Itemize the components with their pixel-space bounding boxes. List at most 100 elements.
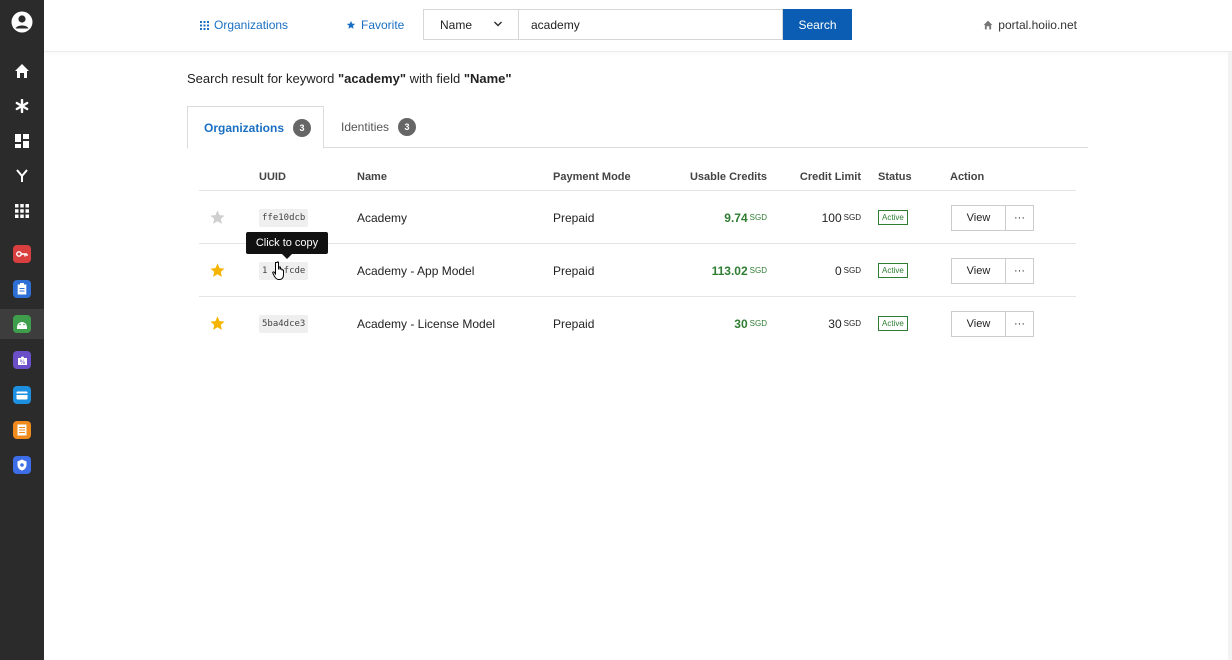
tab-identities-label: Identities	[341, 120, 390, 134]
puzzle-app-icon[interactable]: %	[0, 345, 44, 375]
copy-tooltip: Click to copy	[246, 232, 328, 259]
table-row: ffe10dcb Academy Prepaid 9.74 SGD 100 SGD …	[199, 191, 1076, 244]
usable-credits-cell: 113.02 SGD	[689, 244, 767, 297]
star-filled-icon	[210, 316, 225, 330]
uuid-code[interactable]: ffe10dcb	[259, 208, 309, 227]
tab-identities-count: 3	[398, 118, 417, 136]
more-actions-button[interactable]: ···	[1006, 257, 1034, 284]
header-status: Status	[878, 171, 912, 183]
header-usable-credits: Usable Credits	[689, 171, 767, 183]
dashboard-icon[interactable]	[0, 126, 44, 156]
card-app-icon[interactable]	[0, 380, 44, 410]
status-badge: Active	[878, 316, 908, 331]
tab-identities[interactable]: Identities 3	[341, 106, 417, 148]
branch-icon[interactable]	[0, 161, 44, 191]
action-cell: View ···	[951, 244, 1034, 297]
star-filled-icon	[210, 263, 225, 277]
search-field-select[interactable]: Name	[423, 9, 519, 40]
payment-mode-cell: Prepaid	[553, 210, 595, 225]
portal-link[interactable]: portal.hoiio.net	[983, 18, 1077, 32]
result-middle: with field	[406, 71, 464, 86]
search-input[interactable]	[518, 9, 783, 40]
result-field: "Name"	[463, 71, 512, 86]
favorite-star-toggle[interactable]	[209, 244, 226, 297]
view-button[interactable]: View	[951, 204, 1006, 231]
grid-icon	[200, 20, 209, 30]
tab-organizations[interactable]: Organizations 3	[187, 106, 324, 149]
favorite-nav-label: Favorite	[361, 18, 405, 32]
page-edge	[1228, 52, 1232, 660]
credit-limit-value: 0	[834, 263, 842, 278]
asterisk-icon[interactable]	[0, 91, 44, 121]
svg-text:%: %	[19, 359, 25, 366]
tab-organizations-label: Organizations	[204, 120, 285, 135]
name-cell: Academy - App Model	[357, 263, 475, 278]
sidebar: %	[0, 0, 44, 660]
favorite-star-toggle[interactable]	[209, 191, 226, 244]
payment-mode-cell: Prepaid	[553, 263, 595, 278]
chevron-down-icon	[493, 21, 503, 27]
currency-unit: SGD	[843, 213, 861, 222]
uuid-code[interactable]: 5ba4dce3	[259, 314, 309, 333]
currency-unit: SGD	[749, 213, 767, 222]
organizations-nav-link[interactable]: Organizations	[200, 18, 288, 32]
table-header: UUID Name Payment Mode Usable Credits Cr…	[199, 166, 1076, 191]
user-avatar-icon[interactable]	[0, 7, 44, 37]
usable-credits-cell: 30 SGD	[689, 297, 767, 350]
search-result-summary: Search result for keyword "academy" with…	[187, 71, 512, 86]
view-button[interactable]: View	[951, 310, 1006, 337]
more-actions-button[interactable]: ···	[1006, 204, 1034, 231]
portal-label: portal.hoiio.net	[998, 18, 1077, 32]
credit-limit-value: 30	[828, 316, 842, 331]
name-cell: Academy - License Model	[357, 316, 496, 331]
currency-unit: SGD	[749, 266, 767, 275]
home-icon	[983, 20, 993, 30]
favorite-star-toggle[interactable]	[209, 297, 226, 350]
credit-limit-cell: 30 SGD	[789, 297, 861, 350]
result-keyword: "academy"	[338, 71, 406, 86]
star-outline-icon	[210, 210, 225, 224]
home-icon[interactable]	[0, 56, 44, 86]
currency-unit: SGD	[749, 319, 767, 328]
header-action: Action	[950, 171, 985, 183]
status-badge: Active	[878, 263, 908, 278]
currency-unit: SGD	[843, 319, 861, 328]
result-prefix: Search result for keyword	[187, 71, 339, 86]
header-credit-limit: Credit Limit	[799, 171, 861, 183]
credit-limit-value: 100	[821, 210, 842, 225]
usable-credits-value: 113.02	[711, 263, 748, 278]
uuid-cell[interactable]: 5ba4dce3	[259, 297, 309, 350]
organizations-nav-label: Organizations	[214, 18, 289, 32]
android-app-icon[interactable]	[0, 309, 44, 339]
search-button[interactable]: Search	[783, 9, 852, 40]
header-uuid: UUID	[259, 171, 286, 183]
result-tabs: Organizations 3 Identities 3	[187, 106, 1088, 149]
search-field-value: Name	[440, 17, 473, 32]
hand-pointer-cursor-icon	[272, 261, 284, 280]
key-app-icon[interactable]	[0, 239, 44, 269]
usable-credits-cell: 9.74 SGD	[689, 191, 767, 244]
action-cell: View ···	[951, 191, 1034, 244]
header-name: Name	[357, 171, 387, 183]
status-cell: Active	[878, 244, 908, 297]
usable-credits-value: 9.74	[724, 210, 748, 225]
favorite-nav-link[interactable]: Favorite	[346, 18, 404, 32]
view-button[interactable]: View	[951, 257, 1006, 284]
action-cell: View ···	[951, 297, 1034, 350]
status-cell: Active	[878, 191, 908, 244]
credit-limit-cell: 100 SGD	[789, 191, 861, 244]
star-icon	[346, 20, 356, 29]
tab-organizations-count: 3	[293, 118, 312, 137]
name-cell: Academy	[357, 210, 408, 225]
credit-limit-cell: 0 SGD	[789, 244, 861, 297]
clipboard-app-icon[interactable]	[0, 274, 44, 304]
payment-mode-cell: Prepaid	[553, 316, 595, 331]
apps-grid-icon[interactable]	[0, 196, 44, 226]
notes-app-icon[interactable]	[0, 415, 44, 445]
status-badge: Active	[878, 210, 908, 225]
table-row: 1 fcde Academy - App Model Prepaid 113.0…	[199, 244, 1076, 297]
more-actions-button[interactable]: ···	[1006, 310, 1034, 337]
shield-app-icon[interactable]	[0, 450, 44, 480]
usable-credits-value: 30	[734, 316, 748, 331]
top-navigation-bar: Organizations Favorite Name Search porta…	[44, 0, 1232, 52]
